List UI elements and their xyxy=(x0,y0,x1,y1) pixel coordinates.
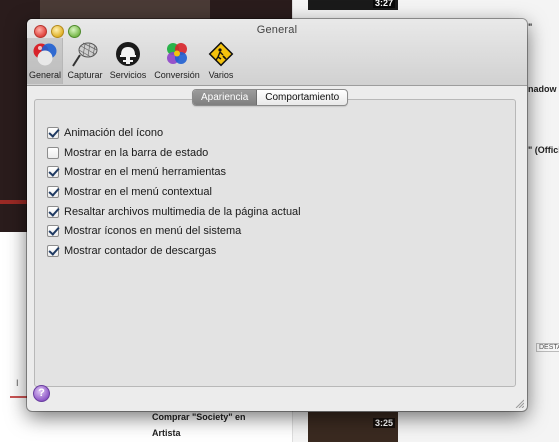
artist-label: Artista xyxy=(152,428,181,438)
checkbox[interactable] xyxy=(47,126,59,139)
preferences-window: General General Capturar Servicios Conve… xyxy=(27,19,527,411)
tab-apariencia[interactable]: Apariencia xyxy=(193,90,258,105)
option-iconos-menu-sistema[interactable]: Mostrar íconos en menú del sistema xyxy=(47,221,301,241)
related-thumbnail[interactable]: 3:27 xyxy=(308,0,398,10)
resize-grip-icon[interactable] xyxy=(514,398,524,408)
option-menu-herramientas[interactable]: Mostrar en el menú herramientas xyxy=(47,162,301,182)
option-label: Mostrar en la barra de estado xyxy=(64,146,209,159)
related-title-snippet: " xyxy=(528,22,533,32)
toolbar-general[interactable]: General xyxy=(27,38,63,84)
option-animacion-icono[interactable]: Animación del ícono xyxy=(47,123,301,143)
related-title-snippet: nadow I xyxy=(528,84,559,94)
background-left-snippet: I xyxy=(16,378,19,388)
duration-label: 3:27 xyxy=(372,0,395,8)
toolbar-servicios[interactable]: Servicios xyxy=(107,38,149,84)
net-icon xyxy=(72,42,98,67)
featured-badge: DESTA xyxy=(536,343,559,352)
duration-label: 3:25 xyxy=(372,418,395,428)
related-title-snippet: " (Offici xyxy=(528,145,559,155)
related-thumbnail[interactable]: 3:25 xyxy=(308,412,398,442)
option-label: Resaltar archivos multimedia de la págin… xyxy=(64,205,301,218)
checkbox[interactable] xyxy=(47,205,59,218)
tab-control: Apariencia Comportamiento xyxy=(192,89,349,106)
color-balls-icon xyxy=(33,43,57,66)
options-list: Animación del ícono Mostrar en la barra … xyxy=(47,123,301,261)
help-button[interactable]: ? xyxy=(33,385,50,402)
toolbar-varios-label: Varios xyxy=(208,70,234,80)
option-label: Animación del ícono xyxy=(64,126,164,139)
option-menu-contextual[interactable]: Mostrar en el menú contextual xyxy=(47,182,301,202)
toolbar-servicios-label: Servicios xyxy=(109,70,147,80)
option-barra-estado[interactable]: Mostrar en la barra de estado xyxy=(47,143,301,163)
checkbox[interactable] xyxy=(47,166,59,179)
toolbar-conversion-label: Conversión xyxy=(154,70,200,80)
option-label: Mostrar en el menú herramientas xyxy=(64,166,227,179)
window-title: General xyxy=(256,24,298,36)
checkbox[interactable] xyxy=(47,225,59,238)
helmet-icon xyxy=(116,42,140,66)
buy-link[interactable]: Comprar "Society" en xyxy=(152,412,246,422)
toolbar-general-label: General xyxy=(28,70,62,80)
warning-sign-icon xyxy=(208,41,234,67)
checkbox[interactable] xyxy=(47,185,59,198)
option-label: Mostrar en el menú contextual xyxy=(64,185,212,198)
toolbar-conversion[interactable]: Conversión xyxy=(153,38,201,84)
checkbox[interactable] xyxy=(47,146,59,159)
option-contador-descargas[interactable]: Mostrar contador de descargas xyxy=(47,241,301,261)
option-label: Mostrar íconos en menú del sistema xyxy=(64,225,242,238)
toolbar-varios[interactable]: Varios xyxy=(205,38,237,84)
checkbox[interactable] xyxy=(47,244,59,257)
converter-balls-icon xyxy=(167,43,187,64)
toolbar-capturar[interactable]: Capturar xyxy=(63,38,107,84)
title-bar: General General Capturar Servicios Conve… xyxy=(27,19,527,86)
toolbar-capturar-label: Capturar xyxy=(67,70,103,80)
option-label: Mostrar contador de descargas xyxy=(64,244,217,257)
option-resaltar-multimedia[interactable]: Resaltar archivos multimedia de la págin… xyxy=(47,202,301,222)
tab-comportamiento[interactable]: Comportamiento xyxy=(257,90,347,105)
